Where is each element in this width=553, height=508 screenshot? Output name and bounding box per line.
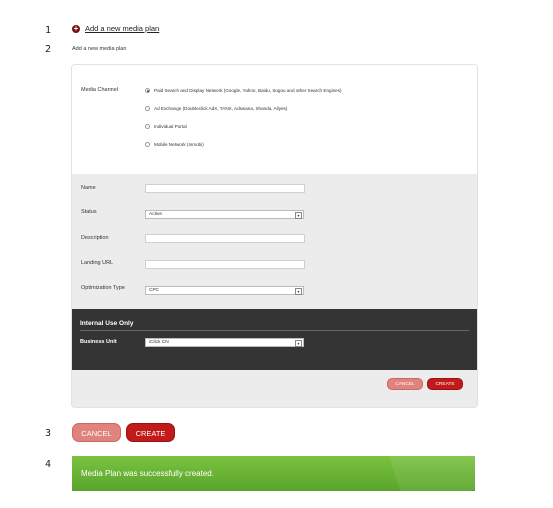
chevron-down-icon[interactable]: ▾ bbox=[295, 340, 302, 347]
business-unit-select[interactable]: iClick CN ▾ bbox=[145, 338, 304, 347]
media-channel-section: Media Channel Paid Search and Display Ne… bbox=[72, 65, 477, 174]
internal-use-section: Internal Use Only Business Unit iClick C… bbox=[72, 309, 477, 370]
option-label: Ad Exchange (Doubleclick AdX, TANX, Adsw… bbox=[154, 106, 288, 111]
create-button-large[interactable]: CREATE bbox=[126, 423, 175, 442]
landing-url-input[interactable] bbox=[145, 260, 305, 269]
media-channel-option-paid-search[interactable]: Paid Search and Display Network (Google,… bbox=[145, 88, 342, 93]
step-number-3: 3 bbox=[45, 428, 52, 439]
success-banner: Media Plan was successfully created. bbox=[72, 456, 475, 491]
details-section: Name Status Active ▾ Description Landing… bbox=[72, 174, 477, 309]
description-label: Description bbox=[81, 235, 109, 241]
option-label: Individual Portal bbox=[154, 124, 187, 129]
option-label: Mobile Network (Inmobi) bbox=[154, 142, 204, 147]
step-number-2: 2 bbox=[45, 44, 52, 55]
media-plan-form: Media Channel Paid Search and Display Ne… bbox=[71, 64, 478, 408]
plus-icon: + bbox=[72, 23, 80, 33]
step-number-4: 4 bbox=[45, 459, 52, 470]
success-message: Media Plan was successfully created. bbox=[81, 469, 214, 478]
create-button[interactable]: CREATE bbox=[427, 378, 463, 390]
form-subtitle: Add a new media plan bbox=[72, 46, 127, 52]
chevron-down-icon[interactable]: ▾ bbox=[295, 288, 302, 295]
media-channel-option-mobile-network[interactable]: Mobile Network (Inmobi) bbox=[145, 142, 204, 147]
cancel-button-large[interactable]: CANCEL bbox=[72, 423, 121, 442]
status-select[interactable]: Active ▾ bbox=[145, 210, 304, 219]
status-label: Status bbox=[81, 209, 97, 215]
banner-sheen bbox=[388, 456, 475, 491]
step-number-1: 1 bbox=[45, 25, 52, 36]
radio-button[interactable] bbox=[145, 88, 150, 93]
internal-use-title: Internal Use Only bbox=[80, 320, 134, 327]
radio-button[interactable] bbox=[145, 124, 150, 129]
name-input[interactable] bbox=[145, 184, 305, 193]
radio-button[interactable] bbox=[145, 106, 150, 111]
business-unit-value: iClick CN bbox=[149, 340, 169, 345]
add-media-plan-label: Add a new media plan bbox=[85, 24, 160, 33]
radio-button[interactable] bbox=[145, 142, 150, 147]
add-media-plan-link[interactable]: + Add a new media plan bbox=[72, 24, 159, 33]
description-input[interactable] bbox=[145, 234, 305, 243]
optimization-type-select[interactable]: CPC ▾ bbox=[145, 286, 304, 295]
media-channel-option-individual-portal[interactable]: Individual Portal bbox=[145, 124, 187, 129]
chevron-down-icon[interactable]: ▾ bbox=[295, 212, 302, 219]
optimization-type-label: Optimization Type bbox=[81, 285, 125, 291]
cancel-button[interactable]: CANCEL bbox=[387, 378, 423, 390]
landing-url-label: Landing URL bbox=[81, 260, 114, 266]
media-channel-option-ad-exchange[interactable]: Ad Exchange (Doubleclick AdX, TANX, Adsw… bbox=[145, 106, 287, 111]
name-label: Name bbox=[81, 185, 96, 191]
optimization-type-value: CPC bbox=[149, 288, 160, 293]
business-unit-label: Business Unit bbox=[80, 339, 117, 345]
option-label: Paid Search and Display Network (Google,… bbox=[154, 88, 342, 93]
status-value: Active bbox=[149, 212, 163, 217]
media-channel-label: Media Channel bbox=[81, 87, 118, 93]
divider bbox=[80, 330, 469, 331]
